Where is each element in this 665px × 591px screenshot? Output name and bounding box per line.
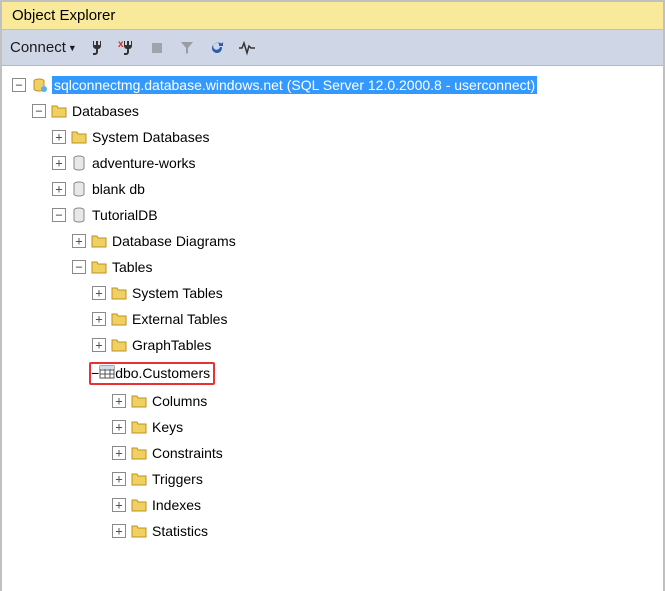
expand-icon[interactable]: + [112, 524, 126, 538]
activity-monitor-icon[interactable] [237, 38, 257, 58]
tree-node-databases[interactable]: − Databases [6, 98, 659, 124]
panel-title: Object Explorer [2, 2, 663, 30]
graph-tables-label: GraphTables [132, 337, 211, 353]
tree-node-triggers[interactable]: + Triggers [6, 466, 659, 492]
expand-icon[interactable]: + [92, 312, 106, 326]
tree-node-graph-tables[interactable]: + GraphTables [6, 332, 659, 358]
tree-view[interactable]: − sqlconnectmg.database.windows.net (SQL… [2, 66, 663, 591]
expand-icon[interactable]: + [112, 446, 126, 460]
panel-title-text: Object Explorer [12, 7, 115, 24]
adventure-works-label: adventure-works [92, 155, 196, 171]
tree-node-indexes[interactable]: + Indexes [6, 492, 659, 518]
system-databases-label: System Databases [92, 129, 210, 145]
collapse-icon[interactable]: − [91, 365, 99, 381]
tree-node-columns[interactable]: + Columns [6, 388, 659, 414]
folder-icon [130, 393, 148, 409]
tree-node-database-diagrams[interactable]: + Database Diagrams [6, 228, 659, 254]
blank-db-label: blank db [92, 181, 145, 197]
expand-icon[interactable]: + [52, 182, 66, 196]
system-tables-label: System Tables [132, 285, 223, 301]
constraints-label: Constraints [152, 445, 223, 461]
tables-label: Tables [112, 259, 152, 275]
refresh-icon[interactable] [207, 38, 227, 58]
connect-label: Connect [10, 39, 66, 56]
table-icon [99, 365, 115, 382]
folder-icon [110, 337, 128, 353]
folder-icon [90, 233, 108, 249]
statistics-label: Statistics [152, 523, 208, 539]
external-tables-label: External Tables [132, 311, 227, 327]
tree-node-external-tables[interactable]: + External Tables [6, 306, 659, 332]
tree-node-system-databases[interactable]: + System Databases [6, 124, 659, 150]
expand-icon[interactable]: + [92, 286, 106, 300]
server-label: sqlconnectmg.database.windows.net (SQL S… [52, 76, 537, 94]
folder-icon [130, 523, 148, 539]
disconnect-plug-icon[interactable]: x [117, 38, 137, 58]
dbo-customers-label[interactable]: dbo.Customers [115, 365, 210, 381]
expand-icon[interactable]: + [52, 156, 66, 170]
connect-button[interactable]: Connect ▼ [10, 39, 77, 56]
svg-text:x: x [118, 40, 124, 50]
expand-icon[interactable]: + [112, 420, 126, 434]
database-icon [70, 155, 88, 171]
collapse-icon[interactable]: − [12, 78, 26, 92]
columns-label: Columns [152, 393, 207, 409]
folder-icon [70, 129, 88, 145]
expand-icon[interactable]: + [112, 498, 126, 512]
filter-icon[interactable] [177, 38, 197, 58]
database-icon [70, 181, 88, 197]
database-diagrams-label: Database Diagrams [112, 233, 236, 249]
tree-node-adventure-works[interactable]: + adventure-works [6, 150, 659, 176]
tree-node-server[interactable]: − sqlconnectmg.database.windows.net (SQL… [6, 72, 659, 98]
tree-node-tutorialdb[interactable]: − TutorialDB [6, 202, 659, 228]
tree-node-tables[interactable]: − Tables [6, 254, 659, 280]
tree-node-keys[interactable]: + Keys [6, 414, 659, 440]
expand-icon[interactable]: + [72, 234, 86, 248]
expand-icon[interactable]: + [92, 338, 106, 352]
tree-node-statistics[interactable]: + Statistics [6, 518, 659, 544]
expand-icon[interactable]: + [112, 472, 126, 486]
folder-icon [110, 311, 128, 327]
collapse-icon[interactable]: − [32, 104, 46, 118]
folder-icon [110, 285, 128, 301]
server-icon [30, 77, 48, 93]
highlighted-node-wrapper: − dbo.Customers [6, 358, 659, 388]
folder-icon [90, 259, 108, 275]
collapse-icon[interactable]: − [52, 208, 66, 222]
expand-icon[interactable]: + [112, 394, 126, 408]
database-icon [70, 207, 88, 223]
tree-node-system-tables[interactable]: + System Tables [6, 280, 659, 306]
chevron-down-icon: ▼ [68, 43, 77, 53]
expand-icon[interactable]: + [52, 130, 66, 144]
collapse-icon[interactable]: − [72, 260, 86, 274]
folder-icon [130, 445, 148, 461]
indexes-label: Indexes [152, 497, 201, 513]
tree-node-blank-db[interactable]: + blank db [6, 176, 659, 202]
folder-icon [130, 419, 148, 435]
databases-label: Databases [72, 103, 139, 119]
tree-node-constraints[interactable]: + Constraints [6, 440, 659, 466]
folder-icon [130, 497, 148, 513]
folder-icon [50, 103, 68, 119]
triggers-label: Triggers [152, 471, 203, 487]
connect-plug-icon[interactable] [87, 38, 107, 58]
tutorialdb-label: TutorialDB [92, 207, 158, 223]
folder-icon [130, 471, 148, 487]
keys-label: Keys [152, 419, 183, 435]
stop-icon[interactable] [147, 38, 167, 58]
toolbar: Connect ▼ x [2, 30, 663, 66]
